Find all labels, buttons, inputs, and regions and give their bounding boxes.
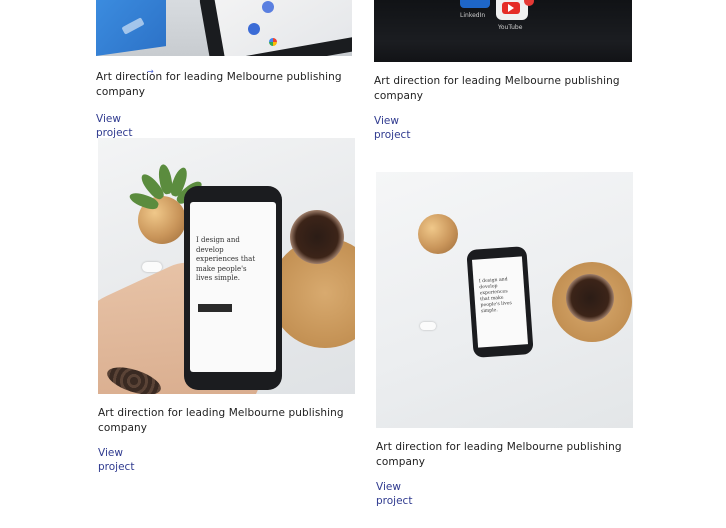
- coffee-glass: [290, 210, 344, 264]
- google-icon: [269, 38, 277, 46]
- succulent-leaf: [376, 244, 393, 267]
- project-image-phone-apps[interactable]: LinkedIn YouTube: [374, 0, 632, 62]
- project-title: Art direction for leading Melbourne publ…: [96, 71, 342, 98]
- app-label-youtube: YouTube: [498, 24, 523, 31]
- play-icon: [508, 4, 514, 12]
- succulent-leaf: [376, 219, 390, 245]
- phone-screen: [190, 202, 276, 372]
- project-title: Art direction for leading Melbourne publ…: [98, 407, 344, 434]
- earbuds: [420, 322, 436, 330]
- view-project-link[interactable]: View project: [376, 480, 412, 508]
- project-image-tablet[interactable]: [96, 0, 352, 56]
- succulent-leaf: [376, 172, 393, 196]
- app-icon: [262, 1, 274, 13]
- app-label-linkedin: LinkedIn: [460, 12, 486, 19]
- phone-screen-text: I design and develop experiences that ma…: [478, 277, 512, 315]
- phone-screen-button: [198, 304, 232, 312]
- project-image-hand-phone[interactable]: I design and develop experiences that ma…: [98, 138, 355, 394]
- linkedin-icon: [460, 0, 490, 8]
- project-image-table-phone[interactable]: I design and develop experiences that ma…: [376, 172, 633, 428]
- plant-pot: [418, 214, 458, 254]
- app-icon: [248, 23, 260, 35]
- arrow-right-icon: →: [147, 67, 154, 76]
- view-project-link[interactable]: View project: [98, 446, 134, 474]
- coffee-glass: [566, 274, 614, 322]
- view-project-link[interactable]: View project: [96, 112, 132, 140]
- portfolio-grid: Art direction for leading Melbourne publ…: [0, 0, 726, 528]
- succulent-leaf: [376, 195, 388, 220]
- notification-badge: [524, 0, 534, 6]
- phone-screen-text: I design and develop experiences that ma…: [196, 236, 256, 282]
- view-project-link[interactable]: View project: [374, 114, 410, 142]
- project-title: Art direction for leading Melbourne publ…: [376, 441, 622, 468]
- project-title: Art direction for leading Melbourne publ…: [374, 75, 620, 102]
